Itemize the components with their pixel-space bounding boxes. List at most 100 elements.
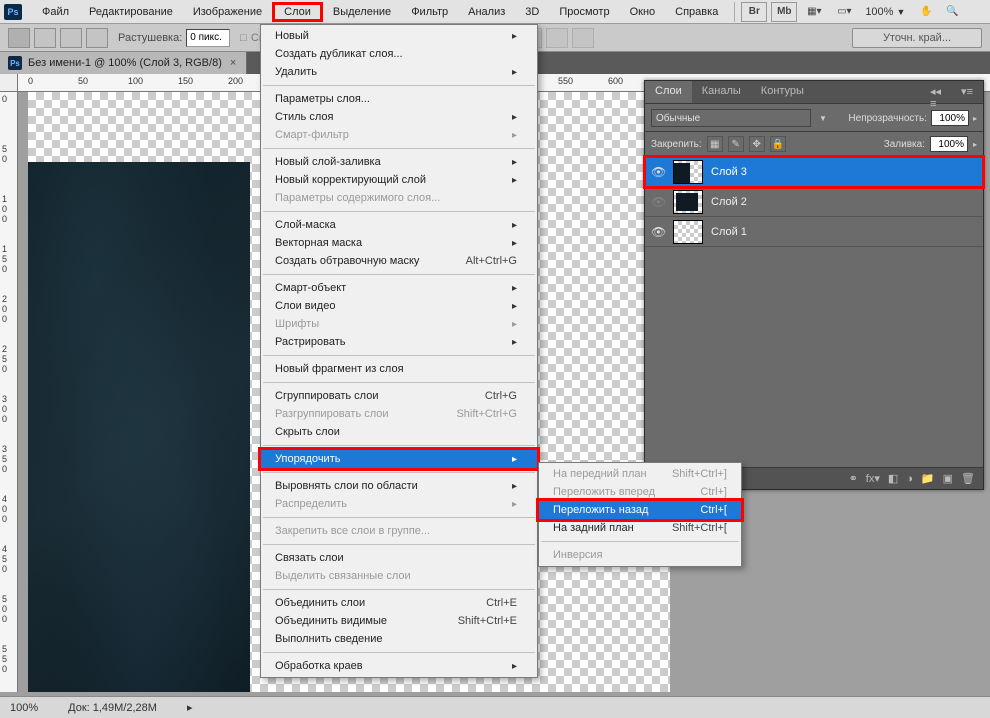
menu-distribute: Распределить bbox=[261, 495, 537, 513]
layer-list: 👁 Слой 3 👁 Слой 2 👁 Слой 1 bbox=[645, 157, 983, 247]
tab-paths[interactable]: Контуры bbox=[751, 81, 814, 103]
menu-analysis[interactable]: Анализ bbox=[458, 2, 515, 22]
feather-label: Растушевка: bbox=[118, 32, 182, 44]
panel-flyout-icon[interactable]: ▾≡ bbox=[951, 81, 983, 103]
layer-row[interactable]: 👁 Слой 1 bbox=[645, 217, 983, 247]
screen-mode-icon[interactable]: ▭▾ bbox=[831, 2, 857, 22]
menu-new-slice[interactable]: Новый фрагмент из слоя bbox=[261, 360, 537, 378]
panel-tabs: Слои Каналы Контуры ◂◂≡ ▾≡ bbox=[645, 81, 983, 103]
layer-row[interactable]: 👁 Слой 3 bbox=[645, 157, 983, 187]
lock-transparent-icon[interactable]: ▦ bbox=[707, 136, 723, 152]
status-zoom[interactable]: 100% bbox=[10, 702, 38, 714]
menu-flatten[interactable]: Выполнить сведение bbox=[261, 630, 537, 648]
menu-align[interactable]: Выровнять слои по области bbox=[261, 477, 537, 495]
lock-pixels-icon[interactable]: ✎ bbox=[728, 136, 744, 152]
fill-label: Заливка: bbox=[884, 139, 925, 150]
selection-mode-intersect[interactable] bbox=[86, 28, 108, 48]
menu-rasterize[interactable]: Растрировать bbox=[261, 333, 537, 351]
menu-file[interactable]: Файл bbox=[32, 2, 79, 22]
blend-mode-select[interactable]: Обычные bbox=[651, 109, 811, 127]
doc-tab-close-icon[interactable]: × bbox=[228, 57, 238, 69]
hand-tool-icon[interactable]: ✋ bbox=[913, 2, 939, 22]
menu-group[interactable]: Сгруппировать слоиCtrl+G bbox=[261, 387, 537, 405]
menu-select[interactable]: Выделение bbox=[323, 2, 401, 22]
visibility-toggle-icon[interactable]: 👁 bbox=[651, 195, 665, 209]
layer-thumbnail[interactable] bbox=[673, 190, 703, 214]
minibridge-button[interactable]: Mb bbox=[771, 2, 797, 22]
vertical-ruler: 0 50 100 150 200 250 300 350 400 450 500… bbox=[0, 92, 18, 692]
feather-input[interactable] bbox=[186, 29, 230, 47]
menu-smart-filter: Смарт-фильтр bbox=[261, 126, 537, 144]
menu-layer[interactable]: Слои bbox=[272, 2, 323, 22]
menu-video-layers[interactable]: Слои видео bbox=[261, 297, 537, 315]
visibility-toggle-icon[interactable]: 👁 bbox=[651, 225, 665, 239]
panel-lock-row: Закрепить: ▦ ✎ ✥ 🔒 Заливка: ▸ bbox=[645, 132, 983, 157]
menu-help[interactable]: Справка bbox=[665, 2, 728, 22]
menu-edit[interactable]: Редактирование bbox=[79, 2, 183, 22]
arrange-submenu: На передний планShift+Ctrl+] Переложить … bbox=[538, 462, 742, 567]
status-arrow-icon[interactable]: ▸ bbox=[187, 701, 193, 714]
menu-filter[interactable]: Фильтр bbox=[401, 2, 458, 22]
selection-mode-new[interactable] bbox=[8, 28, 30, 48]
menu-merge-visible[interactable]: Объединить видимыеShift+Ctrl+E bbox=[261, 612, 537, 630]
menu-new-fill[interactable]: Новый слой-заливка bbox=[261, 153, 537, 171]
layer-thumbnail[interactable] bbox=[673, 160, 703, 184]
submenu-front: На передний планShift+Ctrl+] bbox=[539, 465, 741, 483]
selection-mode-subtract[interactable] bbox=[60, 28, 82, 48]
new-group-icon[interactable]: 📁 bbox=[921, 472, 935, 485]
menu-clipping-mask[interactable]: Создать обтравочную маскуAlt+Ctrl+G bbox=[261, 252, 537, 270]
visibility-toggle-icon[interactable]: 👁 bbox=[651, 165, 665, 179]
layer-mask-icon[interactable]: ◧ bbox=[888, 472, 898, 485]
menu-hide[interactable]: Скрыть слои bbox=[261, 423, 537, 441]
link-layers-icon[interactable]: ⚭ bbox=[849, 472, 858, 485]
zoom-tool-icon[interactable]: 🔍 bbox=[939, 2, 965, 22]
status-bar: 100% Док: 1,49M/2,28M ▸ bbox=[0, 696, 990, 718]
adjustment-layer-icon[interactable]: ◑ bbox=[906, 473, 913, 485]
menu-smart-object[interactable]: Смарт-объект bbox=[261, 279, 537, 297]
submenu-backward[interactable]: Переложить назадCtrl+[ bbox=[539, 501, 741, 519]
menu-image[interactable]: Изображение bbox=[183, 2, 272, 22]
lock-all-icon[interactable]: 🔒 bbox=[770, 136, 786, 152]
menu-duplicate-layer[interactable]: Создать дубликат слоя... bbox=[261, 45, 537, 63]
status-doc-size[interactable]: Док: 1,49M/2,28M bbox=[68, 702, 157, 714]
menu-new-adjustment[interactable]: Новый корректирующий слой bbox=[261, 171, 537, 189]
menu-matting[interactable]: Обработка краев bbox=[261, 657, 537, 675]
submenu-back[interactable]: На задний планShift+Ctrl+[ bbox=[539, 519, 741, 537]
fill-input[interactable] bbox=[930, 136, 968, 152]
menu-delete[interactable]: Удалить bbox=[261, 63, 537, 81]
menu-link[interactable]: Связать слои bbox=[261, 549, 537, 567]
layer-row[interactable]: 👁 Слой 2 bbox=[645, 187, 983, 217]
menu-layer-style[interactable]: Стиль слоя bbox=[261, 108, 537, 126]
layer-style-icon[interactable]: fx▾ bbox=[866, 472, 880, 485]
tab-layers[interactable]: Слои bbox=[645, 81, 692, 103]
bridge-button[interactable]: Br bbox=[741, 2, 767, 22]
menu-bar: Ps Файл Редактирование Изображение Слои … bbox=[0, 0, 990, 24]
lock-position-icon[interactable]: ✥ bbox=[749, 136, 765, 152]
doc-tab[interactable]: Ps Без имени-1 @ 100% (Слой 3, RGB/8) × bbox=[0, 52, 247, 74]
menu-window[interactable]: Окно bbox=[620, 2, 666, 22]
selection-mode-add[interactable] bbox=[34, 28, 56, 48]
layer-thumbnail[interactable] bbox=[673, 220, 703, 244]
layer-name-label[interactable]: Слой 1 bbox=[711, 226, 747, 238]
menu-layer-params[interactable]: Параметры слоя... bbox=[261, 90, 537, 108]
zoom-display[interactable]: 100% ▼ bbox=[857, 6, 913, 18]
menu-new[interactable]: Новый bbox=[261, 27, 537, 45]
menu-lock-all: Закрепить все слои в группе... bbox=[261, 522, 537, 540]
layer-name-label[interactable]: Слой 2 bbox=[711, 196, 747, 208]
menu-layer-mask[interactable]: Слой-маска bbox=[261, 216, 537, 234]
opacity-input[interactable] bbox=[931, 110, 969, 126]
refine-edge-button[interactable]: Уточн. край... bbox=[852, 28, 982, 48]
menu-merge[interactable]: Объединить слоиCtrl+E bbox=[261, 594, 537, 612]
panel-menu-icon[interactable]: ◂◂≡ bbox=[920, 81, 951, 103]
tab-channels[interactable]: Каналы bbox=[692, 81, 751, 103]
menu-arrange[interactable]: Упорядочить bbox=[261, 450, 537, 468]
layer-name-label[interactable]: Слой 3 bbox=[711, 166, 747, 178]
screen-arrange-icon[interactable]: ▦▾ bbox=[801, 2, 827, 22]
menu-3d[interactable]: 3D bbox=[515, 2, 549, 22]
new-layer-icon[interactable]: ▣ bbox=[943, 472, 953, 485]
menu-view[interactable]: Просмотр bbox=[549, 2, 619, 22]
layer-menu-dropdown: Новый Создать дубликат слоя... Удалить П… bbox=[260, 24, 538, 678]
opacity-label: Непрозрачность: bbox=[848, 113, 927, 124]
menu-vector-mask[interactable]: Векторная маска bbox=[261, 234, 537, 252]
delete-layer-icon[interactable]: 🗑 bbox=[961, 472, 975, 485]
